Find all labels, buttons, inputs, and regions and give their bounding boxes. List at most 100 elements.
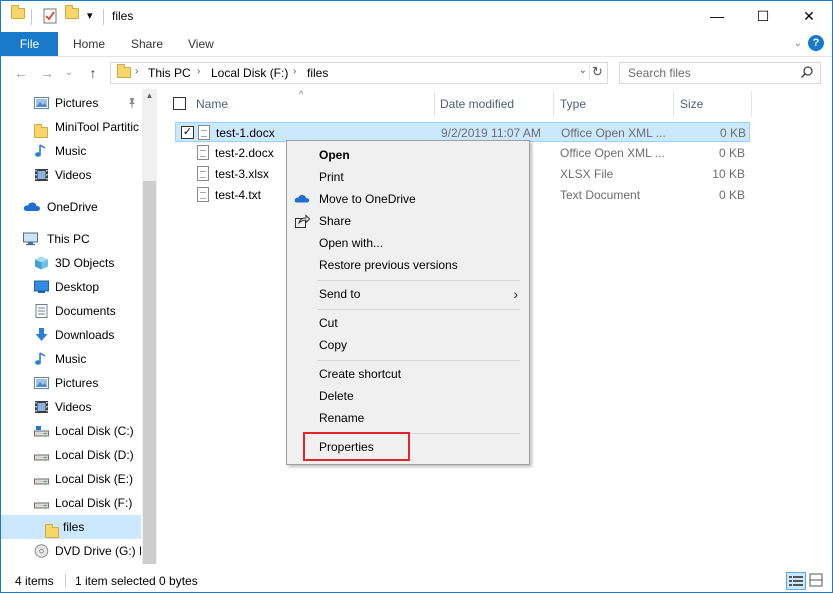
- column-header-type[interactable]: Type: [560, 93, 586, 115]
- minimize-button[interactable]: —: [694, 1, 740, 32]
- scroll-up-icon[interactable]: ▲: [142, 91, 157, 100]
- column-header-date[interactable]: Date modified: [440, 93, 514, 115]
- new-folder-icon[interactable]: [65, 5, 79, 26]
- nav-item-local-disk-d[interactable]: Local Disk (D:): [1, 443, 141, 467]
- tab-home[interactable]: Home: [58, 32, 120, 56]
- nav-item-label: Pictures: [55, 96, 99, 110]
- breadcrumb-this-pc[interactable]: This PC: [148, 66, 191, 80]
- menu-item-create-shortcut[interactable]: Create shortcut: [290, 363, 526, 385]
- breadcrumb-arrow[interactable]: ›: [293, 66, 296, 77]
- customize-toolbar-icon[interactable]: ▾: [87, 9, 93, 27]
- back-button[interactable]: ←: [11, 64, 31, 82]
- nav-item-local-disk-e[interactable]: Local Disk (E:): [1, 467, 141, 491]
- nav-item-local-disk-c[interactable]: Local Disk (C:): [1, 419, 141, 443]
- folder-icon: [45, 522, 60, 538]
- menu-item-print[interactable]: Print: [290, 166, 526, 188]
- breadcrumb-files[interactable]: files: [307, 66, 328, 80]
- search-icon[interactable]: [800, 65, 814, 79]
- drive-icon: [34, 478, 49, 485]
- nav-item-dvd-drive[interactable]: DVD Drive (G:) D: [1, 539, 141, 563]
- nav-item-downloads[interactable]: Downloads: [1, 323, 141, 347]
- file-name: test-3.xlsx: [215, 167, 270, 181]
- nav-item-music[interactable]: Music: [1, 347, 141, 371]
- navigation-pane: Pictures MiniTool Partitic Music Videos …: [1, 89, 157, 564]
- search-input[interactable]: [628, 66, 798, 80]
- breadcrumb-arrow[interactable]: ›: [197, 66, 200, 77]
- refresh-icon[interactable]: ↻: [589, 64, 605, 80]
- up-button[interactable]: ↑: [83, 64, 103, 82]
- tab-share[interactable]: Share: [116, 32, 178, 56]
- menu-item-open-with[interactable]: Open with...: [290, 232, 526, 254]
- menu-item-move-to-onedrive[interactable]: Move to OneDrive: [290, 188, 526, 210]
- file-type: Office Open XML ...: [561, 126, 666, 140]
- pictures-icon: [34, 97, 49, 109]
- nav-item-pictures[interactable]: Pictures: [1, 371, 141, 395]
- maximize-button[interactable]: ☐: [740, 1, 786, 32]
- menu-item-rename[interactable]: Rename: [290, 407, 526, 429]
- folder-icon: [34, 122, 49, 138]
- select-all-checkbox[interactable]: [173, 97, 186, 110]
- music-icon: [35, 144, 46, 157]
- expand-ribbon-icon[interactable]: ⌄: [794, 38, 802, 49]
- breadcrumb-arrow[interactable]: ›: [135, 66, 138, 77]
- large-icons-view-button[interactable]: [808, 572, 828, 590]
- column-header-name[interactable]: Name: [196, 93, 228, 115]
- nav-item-files[interactable]: files: [1, 515, 141, 539]
- menu-item-send-to[interactable]: Send to ›: [290, 283, 526, 305]
- menu-item-share[interactable]: Share: [290, 210, 526, 232]
- menu-item-delete[interactable]: Delete: [290, 385, 526, 407]
- menu-item-open[interactable]: Open: [290, 144, 526, 166]
- nav-item-local-disk-f[interactable]: Local Disk (F:): [1, 491, 141, 515]
- nav-item-documents[interactable]: Documents: [1, 299, 141, 323]
- nav-item-minitool[interactable]: MiniTool Partitic: [1, 115, 141, 139]
- nav-item-label: This PC: [47, 232, 90, 246]
- file-name: test-4.txt: [215, 188, 262, 202]
- column-separator[interactable]: [553, 91, 554, 117]
- menu-item-cut[interactable]: Cut: [290, 312, 526, 334]
- nav-item-label: Local Disk (F:): [55, 496, 133, 510]
- file-size: 0 KB: [718, 188, 745, 202]
- column-separator[interactable]: [673, 91, 674, 117]
- nav-item-desktop[interactable]: Desktop: [1, 275, 141, 299]
- close-button[interactable]: ✕: [786, 1, 832, 32]
- row-checkbox[interactable]: ✓: [181, 126, 194, 139]
- nav-item-label: Local Disk (D:): [55, 448, 134, 462]
- properties-icon[interactable]: [43, 8, 57, 26]
- address-dropdown-icon[interactable]: ⌄: [579, 65, 587, 76]
- menu-separator: [317, 309, 520, 310]
- nav-item-this-pc[interactable]: This PC: [1, 227, 141, 251]
- search-box[interactable]: [619, 62, 821, 84]
- column-separator[interactable]: [751, 91, 752, 117]
- scrollbar-thumb[interactable]: [143, 181, 156, 564]
- nav-item-3d-objects[interactable]: 3D Objects: [1, 251, 141, 275]
- column-separator[interactable]: [434, 91, 435, 117]
- menu-item-properties[interactable]: Properties: [290, 436, 526, 458]
- selection-info: 1 item selected 0 bytes: [75, 574, 198, 588]
- nav-item-pictures-quick[interactable]: Pictures: [1, 91, 141, 115]
- forward-button[interactable]: →: [37, 64, 57, 82]
- explorer-window: ▾ files — ☐ ✕ File Home Share View ⌄ ? ←…: [0, 0, 833, 593]
- music-icon: [35, 352, 46, 365]
- nav-item-onedrive[interactable]: OneDrive: [1, 195, 141, 219]
- text-file-icon: [197, 187, 209, 202]
- status-separator: [65, 574, 66, 588]
- help-icon[interactable]: ?: [808, 35, 824, 51]
- tab-file[interactable]: File: [1, 32, 58, 56]
- address-bar[interactable]: › This PC › Local Disk (F:) › files ⌄ ↻: [110, 62, 608, 84]
- file-row-test-1[interactable]: ✓ test-1.docx 9/2/2019 11:07 AM Office O…: [175, 122, 750, 142]
- downloads-icon: [35, 328, 48, 341]
- recent-locations-button[interactable]: ⌄: [59, 64, 79, 82]
- nav-item-label: Desktop: [55, 280, 100, 294]
- nav-item-music-quick[interactable]: Music: [1, 139, 141, 163]
- menu-item-copy[interactable]: Copy: [290, 334, 526, 356]
- tab-view[interactable]: View: [173, 32, 229, 56]
- nav-item-videos[interactable]: Videos: [1, 395, 141, 419]
- nav-item-label: Downloads: [55, 328, 115, 342]
- nav-item-videos-quick[interactable]: Videos: [1, 163, 141, 187]
- dvd-icon: [34, 544, 49, 558]
- breadcrumb-local-disk-f[interactable]: Local Disk (F:): [211, 66, 288, 80]
- navpane-scrollbar[interactable]: ▲: [142, 89, 157, 564]
- details-view-button[interactable]: [786, 572, 806, 590]
- menu-item-restore-previous-versions[interactable]: Restore previous versions: [290, 254, 526, 276]
- column-header-size[interactable]: Size: [680, 93, 703, 115]
